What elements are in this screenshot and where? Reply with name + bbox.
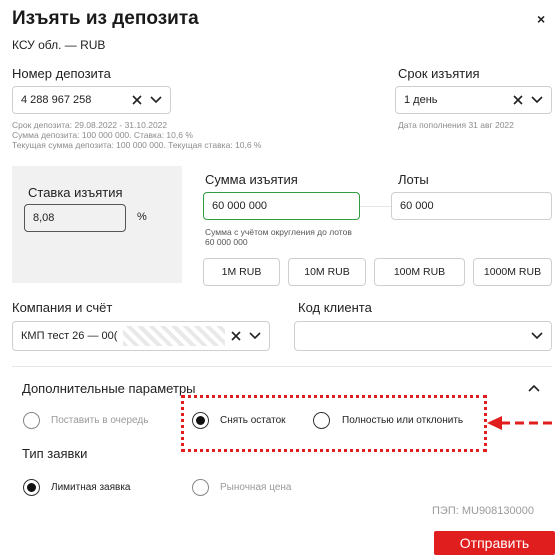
amount-label: Сумма изъятия <box>205 172 298 187</box>
deposit-select[interactable]: 4 288 967 258 <box>12 86 171 114</box>
lots-input[interactable]: 60 000 <box>391 192 552 220</box>
radio-queue[interactable] <box>23 412 40 429</box>
section-divider <box>12 366 552 367</box>
rate-value: 8,08 <box>33 212 55 224</box>
dialog-subtitle: КСУ обл. — RUB <box>12 38 106 52</box>
amount-1000m-button[interactable]: 1000M RUB <box>473 258 552 286</box>
submit-button[interactable]: Отправить <box>434 531 555 555</box>
amount-hint: Сумма с учётом округления до лотов 60 00… <box>205 227 352 247</box>
company-label: Компания и счёт <box>12 300 113 315</box>
rate-unit: % <box>137 211 147 223</box>
term-select[interactable]: 1 день <box>395 86 552 114</box>
clear-icon[interactable] <box>132 95 142 105</box>
order-type-label: Тип заявки <box>22 446 88 461</box>
company-value: КМП тест 26 — 00( <box>21 330 118 342</box>
radio-queue-label: Поставить в очередь <box>51 415 149 426</box>
rate-label: Ставка изъятия <box>28 185 123 200</box>
amount-input[interactable]: 60 000 000 <box>203 192 360 220</box>
term-value: 1 день <box>404 94 438 106</box>
amount-100m-button[interactable]: 100M RUB <box>374 258 465 286</box>
chevron-up-icon[interactable] <box>528 384 540 392</box>
amount-10m-button[interactable]: 10M RUB <box>288 258 366 286</box>
chevron-down-icon[interactable] <box>531 96 543 104</box>
deposit-info-1: Срок депозита: 29.08.2022 - 31.10.2022 <box>12 120 168 130</box>
amount-lots-connector <box>360 206 391 207</box>
deposit-label: Номер депозита <box>12 66 111 81</box>
radio-limit-order-label: Лимитная заявка <box>51 482 131 493</box>
pointer-arrow-icon <box>487 416 555 430</box>
radio-market-price-label: Рыночная цена <box>220 482 292 493</box>
deposit-info-3: Текущая сумма депозита: 100 000 000. Тек… <box>12 140 262 150</box>
rate-input[interactable]: 8,08 <box>24 204 126 232</box>
radio-selected-dot <box>27 483 36 492</box>
company-select[interactable]: КМП тест 26 — 00( <box>12 321 270 351</box>
chevron-down-icon[interactable] <box>531 332 543 340</box>
lots-label: Лоты <box>398 172 429 187</box>
account-masked <box>123 326 225 346</box>
clear-icon[interactable] <box>231 331 241 341</box>
additional-params-label: Дополнительные параметры <box>22 381 196 396</box>
client-code-label: Код клиента <box>298 300 372 315</box>
dialog-title: Изъять из депозита <box>12 8 199 29</box>
radio-market-price[interactable] <box>192 479 209 496</box>
pep-code: ПЭП: MU908130000 <box>432 505 534 517</box>
lots-value: 60 000 <box>400 200 434 212</box>
amount-1m-button[interactable]: 1M RUB <box>203 258 280 286</box>
chevron-down-icon[interactable] <box>249 332 261 340</box>
radio-limit-order[interactable] <box>23 479 40 496</box>
deposit-value: 4 288 967 258 <box>21 94 92 106</box>
deposit-info-2: Сумма депозита: 100 000 000. Ставка: 10,… <box>12 130 193 140</box>
replenish-date: Дата пополнения 31 авг 2022 <box>398 120 514 130</box>
close-icon[interactable]: × <box>537 11 545 27</box>
term-label: Срок изъятия <box>398 66 480 81</box>
client-code-select[interactable] <box>294 321 552 351</box>
amount-value: 60 000 000 <box>212 200 268 212</box>
chevron-down-icon[interactable] <box>150 96 162 104</box>
highlight-box <box>181 395 487 452</box>
clear-icon[interactable] <box>513 95 523 105</box>
